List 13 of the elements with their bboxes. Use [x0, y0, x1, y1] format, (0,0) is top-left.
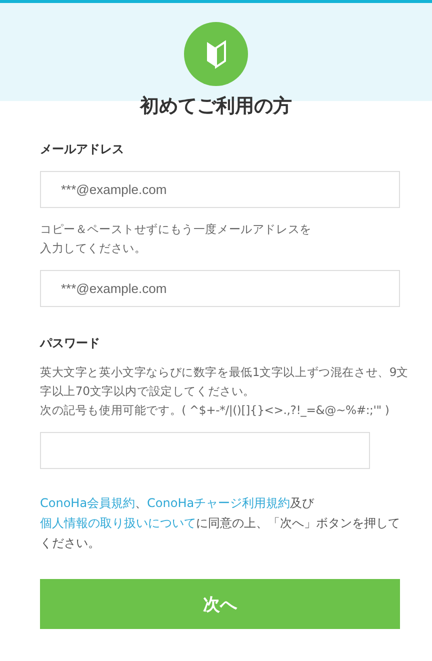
page-title: 初めてご利用の方 — [138, 94, 293, 119]
input-field[interactable] — [40, 432, 370, 469]
consent-text: ConoHa会員規約、ConoHaチャージ利用規約及び 個人情報の取り扱いについて に同意の上、「次へ」ボタンを押してください。 — [40, 495, 401, 552]
field-label: パスワード — [40, 335, 101, 352]
hint-text: 英大文字と英小文字ならびに数字を最低1文字以上ずつ混在させ、9文字以上70文字以内で設定してください。 次の記号も使用可能です。( ^$+-*/|()[]{}<>.,?!_=&@~%#:;'" ) — [40, 364, 410, 419]
terms-link[interactable]: ConoHa会員規約 — [40, 496, 136, 510]
input-field[interactable]: ***@example.com — [40, 171, 400, 208]
next-button[interactable]: 次へ — [40, 579, 400, 629]
terms-link[interactable]: 個人情報の取り扱いについて — [40, 516, 196, 530]
terms-link[interactable]: ConoHaチャージ利用規約 — [147, 496, 290, 510]
hint-text: コピー＆ペーストせずにもう一度メールアドレスを 入力してください。 — [40, 221, 312, 257]
input-field[interactable]: ***@example.com — [40, 270, 400, 307]
field-label: メールアドレス — [40, 141, 125, 158]
